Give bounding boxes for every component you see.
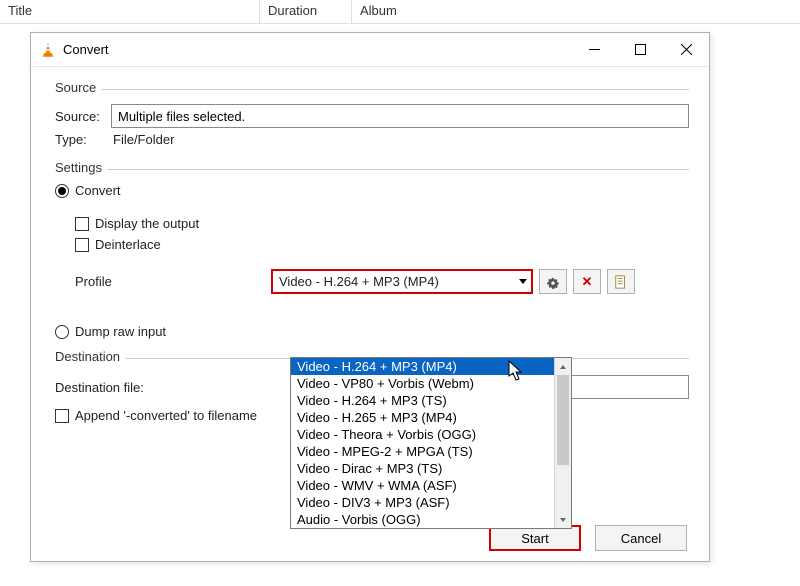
deinterlace-checkbox[interactable]: Deinterlace	[75, 237, 161, 252]
cursor-icon	[508, 360, 526, 382]
convert-radio-label: Convert	[75, 183, 121, 198]
maximize-button[interactable]	[617, 33, 663, 66]
chevron-down-icon	[519, 279, 527, 284]
append-converted-label: Append '-converted' to filename	[75, 408, 257, 423]
minimize-button[interactable]	[571, 33, 617, 66]
dropdown-scrollbar[interactable]	[554, 358, 571, 528]
dump-raw-label: Dump raw input	[75, 324, 166, 339]
profile-label: Profile	[55, 274, 265, 289]
profile-option[interactable]: Video - WMV + WMA (ASF)	[291, 477, 554, 494]
cancel-button[interactable]: Cancel	[595, 525, 687, 551]
profile-option[interactable]: Video - H.265 + MP3 (MP4)	[291, 409, 554, 426]
dump-raw-radio[interactable]: Dump raw input	[55, 324, 166, 339]
source-label: Source:	[55, 109, 111, 124]
source-group: Source Source: Type: File/Folder	[55, 89, 689, 147]
type-label: Type:	[55, 132, 111, 147]
close-button[interactable]	[663, 33, 709, 66]
deinterlace-label: Deinterlace	[95, 237, 161, 252]
dialog-title: Convert	[63, 42, 571, 57]
column-album[interactable]: Album	[352, 0, 800, 23]
convert-radio[interactable]: Convert	[55, 183, 121, 198]
edit-profile-button[interactable]	[539, 269, 567, 294]
type-value: File/Folder	[111, 132, 174, 147]
scroll-down-icon[interactable]	[555, 511, 571, 528]
profile-option[interactable]: Video - H.264 + MP3 (TS)	[291, 392, 554, 409]
profile-option[interactable]: Video - DIV3 + MP3 (ASF)	[291, 494, 554, 511]
destination-file-label: Destination file:	[55, 380, 325, 395]
append-converted-checkbox[interactable]: Append '-converted' to filename	[55, 408, 257, 423]
profile-option[interactable]: Audio - Vorbis (OGG)	[291, 511, 554, 528]
display-output-label: Display the output	[95, 216, 199, 231]
scroll-thumb[interactable]	[557, 375, 569, 465]
settings-group-label: Settings	[55, 160, 108, 175]
column-duration[interactable]: Duration	[260, 0, 352, 23]
new-profile-button[interactable]	[607, 269, 635, 294]
display-output-checkbox[interactable]: Display the output	[75, 216, 199, 231]
vlc-icon	[39, 41, 57, 59]
source-input[interactable]	[111, 104, 689, 128]
profile-option[interactable]: Video - Theora + Vorbis (OGG)	[291, 426, 554, 443]
titlebar[interactable]: Convert	[31, 33, 709, 67]
profile-option[interactable]: Video - Dirac + MP3 (TS)	[291, 460, 554, 477]
settings-group: Settings Convert Display the output Dein…	[55, 169, 689, 342]
scroll-up-icon[interactable]	[555, 358, 571, 375]
background-column-headers: Title Duration Album	[0, 0, 800, 24]
source-group-label: Source	[55, 80, 102, 95]
profile-option[interactable]: Video - MPEG-2 + MPGA (TS)	[291, 443, 554, 460]
destination-group-label: Destination	[55, 349, 126, 364]
column-title[interactable]: Title	[0, 0, 260, 23]
delete-profile-button[interactable]: ✕	[573, 269, 601, 294]
profile-dropdown-list[interactable]: Video - H.264 + MP3 (MP4)Video - VP80 + …	[290, 357, 572, 529]
profile-dropdown[interactable]: Video - H.264 + MP3 (MP4)	[271, 269, 533, 294]
profile-selected-value: Video - H.264 + MP3 (MP4)	[279, 274, 439, 289]
